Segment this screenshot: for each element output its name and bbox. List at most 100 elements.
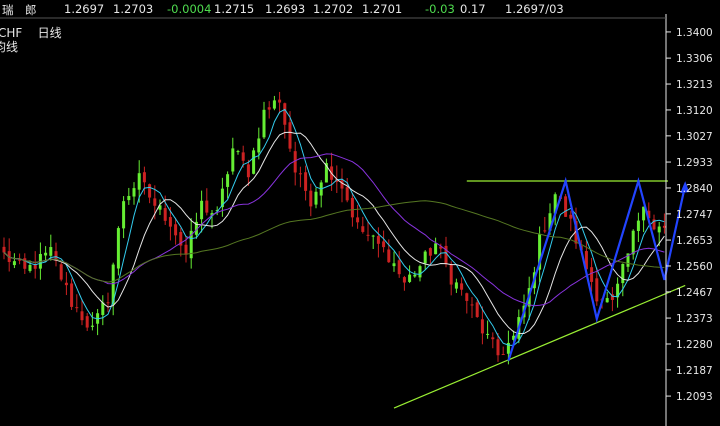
candle bbox=[59, 262, 63, 282]
price-tick-label: 1.3306 bbox=[676, 53, 713, 65]
price-tick-label: 1.3027 bbox=[676, 131, 713, 143]
candle bbox=[7, 238, 11, 272]
price-tick-label: 1.2467 bbox=[676, 287, 713, 299]
candle bbox=[361, 216, 365, 234]
candle-body bbox=[267, 107, 271, 110]
candle-body bbox=[28, 264, 32, 271]
candle bbox=[616, 277, 620, 308]
candle-body bbox=[371, 235, 375, 237]
price-tick-label: 1.2093 bbox=[676, 391, 713, 403]
candle bbox=[272, 95, 276, 111]
candle-body bbox=[283, 103, 287, 125]
candle-body bbox=[85, 316, 89, 328]
candle-body bbox=[657, 226, 661, 233]
candle-body bbox=[454, 282, 458, 289]
candle-body bbox=[387, 249, 391, 263]
candle bbox=[189, 218, 193, 269]
candle-body bbox=[33, 264, 37, 269]
candle-body bbox=[392, 263, 396, 267]
candle bbox=[408, 265, 412, 284]
candle-body bbox=[636, 220, 640, 231]
candle-body bbox=[142, 172, 146, 183]
candle bbox=[423, 250, 427, 271]
candle bbox=[122, 196, 126, 239]
candle bbox=[444, 236, 448, 268]
candle bbox=[64, 272, 68, 296]
candle-body bbox=[122, 201, 126, 229]
candle-body bbox=[278, 99, 282, 103]
candle-body bbox=[241, 152, 245, 161]
candle-body bbox=[200, 200, 204, 220]
period-label: 日线 bbox=[37, 26, 62, 40]
candle bbox=[231, 137, 235, 175]
candle bbox=[2, 237, 6, 260]
candle-body bbox=[486, 333, 490, 335]
candle-body bbox=[2, 246, 6, 253]
candle-body bbox=[418, 266, 422, 278]
candle-body bbox=[106, 302, 110, 304]
candle bbox=[54, 242, 58, 267]
candle-body bbox=[116, 228, 120, 269]
candle bbox=[194, 212, 198, 239]
price-tick-label: 1.2187 bbox=[676, 365, 713, 377]
candle-body bbox=[470, 304, 474, 306]
candle-body bbox=[246, 164, 250, 178]
candle-body bbox=[345, 187, 349, 201]
candle bbox=[366, 220, 370, 242]
candle-body bbox=[49, 247, 53, 256]
candle-body bbox=[23, 258, 27, 269]
candle-body bbox=[70, 283, 74, 307]
candle bbox=[569, 210, 573, 232]
candle-body bbox=[590, 267, 594, 282]
candle bbox=[101, 295, 105, 326]
indicator-label: 均线 bbox=[0, 40, 19, 54]
candle-body bbox=[272, 100, 276, 109]
candle-body bbox=[402, 277, 406, 283]
candle-body bbox=[460, 283, 464, 290]
candle-body bbox=[382, 241, 386, 248]
candlestick-chart[interactable]: 1.3400 1.3306 1.3213 1.3120 1.3027 1.2933 1.28… bbox=[0, 0, 720, 426]
candle bbox=[642, 206, 646, 233]
candle-body bbox=[80, 311, 84, 321]
chart-labels: CHF 日线 均线 bbox=[0, 26, 62, 54]
candle bbox=[49, 234, 53, 261]
candle-body bbox=[397, 260, 401, 275]
candle bbox=[480, 306, 484, 345]
candle-body bbox=[137, 173, 141, 190]
candle bbox=[491, 332, 495, 349]
candles bbox=[2, 91, 666, 365]
candle-body bbox=[236, 151, 240, 153]
candle-body bbox=[314, 191, 318, 205]
candle bbox=[319, 180, 323, 208]
candle bbox=[12, 253, 16, 269]
candle-body bbox=[59, 264, 63, 280]
price-tick-label: 1.2933 bbox=[676, 157, 713, 169]
candle bbox=[465, 292, 469, 314]
candle-body bbox=[361, 226, 365, 232]
candle bbox=[324, 158, 328, 183]
candle-body bbox=[605, 298, 609, 303]
candle-body bbox=[12, 261, 16, 266]
candle bbox=[90, 312, 94, 331]
candle-body bbox=[356, 217, 360, 223]
candle-body bbox=[252, 150, 256, 174]
candle bbox=[382, 230, 386, 253]
candle-body bbox=[595, 278, 599, 302]
candle bbox=[309, 183, 313, 217]
candle bbox=[605, 291, 609, 303]
plot-area bbox=[2, 91, 690, 409]
candle bbox=[501, 346, 505, 356]
candle bbox=[376, 227, 380, 258]
symbol-label: CHF bbox=[0, 26, 23, 40]
candle bbox=[127, 187, 131, 205]
candle bbox=[278, 91, 282, 114]
price-tick-label: 1.3400 bbox=[676, 27, 713, 39]
candle-body bbox=[423, 251, 427, 264]
candle-body bbox=[631, 230, 635, 255]
candle-body bbox=[132, 188, 136, 197]
candle-body bbox=[366, 234, 370, 236]
candle bbox=[631, 229, 635, 260]
candle bbox=[298, 166, 302, 188]
candle bbox=[454, 278, 458, 293]
candle bbox=[106, 292, 110, 313]
